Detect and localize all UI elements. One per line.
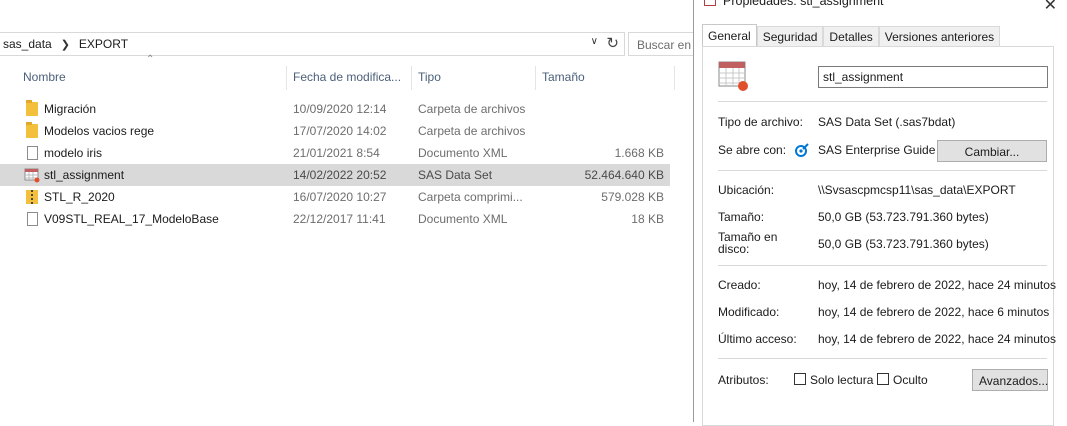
chevron-down-icon[interactable]: ∨	[591, 36, 598, 47]
file-name: Migración	[44, 102, 97, 116]
column-size[interactable]: Tamaño	[542, 62, 585, 92]
opens-with-value: SAS Enterprise Guide 8	[818, 143, 946, 157]
dialog-title: Propiedades: stl_assignment	[723, 0, 884, 8]
sas-guide-icon	[794, 142, 810, 161]
column-divider[interactable]	[286, 66, 287, 90]
tab-general[interactable]: General	[702, 24, 757, 47]
sas-dataset-icon	[717, 60, 749, 92]
divider	[718, 265, 1047, 266]
tab-detalles[interactable]: Detalles	[823, 26, 879, 47]
column-divider[interactable]	[535, 66, 536, 90]
file-row-stl-r-2020[interactable]: STL_R_2020 16/07/2020 10:27 Carpeta comp…	[0, 186, 670, 208]
properties-dialog: Propiedades: stl_assignment ✕ General Se…	[693, 0, 1067, 426]
file-row-migracion[interactable]: Migración 10/09/2020 12:14 Carpeta de ar…	[0, 98, 670, 120]
hidden-checkbox[interactable]	[877, 373, 889, 385]
attributes-label: Atributos:	[718, 373, 769, 387]
readonly-checkbox[interactable]	[794, 373, 806, 385]
zip-folder-icon	[24, 189, 40, 205]
address-row: sas_data ❯ EXPORT ∨ ↻ Buscar en	[0, 32, 708, 58]
breadcrumb-export[interactable]: EXPORT	[76, 37, 131, 51]
file-type: SAS Data Set	[418, 168, 493, 182]
file-size: 579.028 KB	[601, 190, 664, 204]
general-tab-panel: Tipo de archivo: SAS Data Set (.sas7bdat…	[702, 46, 1056, 426]
file-name-field[interactable]	[818, 66, 1048, 88]
location-label: Ubicación:	[718, 183, 775, 197]
file-row-modelo-iris[interactable]: modelo iris 21/01/2021 8:54 Documento XM…	[0, 142, 670, 164]
accessed-value: hoy, 14 de febrero de 2022, hace 24 minu…	[818, 332, 1056, 346]
disk-size-label: Tamaño en disco:	[718, 231, 777, 255]
sort-ascending-icon: ⌃	[146, 54, 155, 65]
file-type: Carpeta de archivos	[418, 102, 526, 116]
disk-size-value: 50,0 GB (53.723.791.360 bytes)	[818, 237, 989, 251]
column-divider[interactable]	[411, 66, 412, 90]
folder-icon	[24, 100, 40, 117]
file-name: STL_R_2020	[44, 190, 115, 204]
disk-size-label-line2: disco:	[718, 242, 750, 256]
divider	[718, 358, 1047, 359]
file-explorer-window: sas_data ❯ EXPORT ∨ ↻ Buscar en ⌃ Nombre…	[0, 0, 708, 422]
file-type-value: SAS Data Set (.sas7bdat)	[818, 115, 956, 129]
file-size: 1.668 KB	[614, 146, 664, 160]
file-type: Carpeta comprimi...	[418, 190, 523, 204]
advanced-button[interactable]: Avanzados...	[972, 369, 1048, 391]
change-button[interactable]: Cambiar...	[937, 140, 1047, 162]
file-size: 18 KB	[631, 212, 664, 226]
file-type-label: Tipo de archivo:	[718, 115, 803, 129]
close-icon[interactable]: ✕	[1044, 0, 1057, 15]
column-type[interactable]: Tipo	[418, 62, 441, 92]
file-date: 17/07/2020 14:02	[293, 124, 387, 138]
file-date: 16/07/2020 10:27	[293, 190, 387, 204]
accessed-label: Último acceso:	[718, 332, 797, 346]
divider	[718, 170, 1047, 171]
sas-dataset-icon	[24, 167, 40, 183]
created-label: Creado:	[718, 278, 761, 292]
tab-versiones-anteriores[interactable]: Versiones anteriores	[878, 26, 1001, 47]
hidden-label[interactable]: Oculto	[893, 373, 928, 387]
column-header: ⌃ Nombre Fecha de modifica... Tipo Tamañ…	[0, 54, 676, 92]
tab-seguridad[interactable]: Seguridad	[756, 26, 824, 47]
column-name[interactable]: Nombre	[23, 62, 66, 92]
file-date: 22/12/2017 11:41	[293, 212, 386, 226]
breadcrumb-sas-data[interactable]: sas_data	[0, 37, 55, 51]
file-row-stl-assignment[interactable]: stl_assignment 14/02/2022 20:52 SAS Data…	[0, 164, 670, 186]
address-bar[interactable]: sas_data ❯ EXPORT ∨ ↻	[0, 32, 625, 56]
size-value: 50,0 GB (53.723.791.360 bytes)	[818, 210, 989, 224]
folder-icon	[24, 122, 40, 139]
file-date: 21/01/2021 8:54	[293, 146, 380, 160]
file-name: stl_assignment	[44, 168, 125, 182]
file-type: Documento XML	[418, 212, 508, 226]
opens-with-label: Se abre con:	[718, 143, 787, 157]
refresh-icon[interactable]: ↻	[606, 34, 619, 52]
sas-dataset-icon	[704, 0, 716, 6]
column-divider[interactable]	[674, 66, 675, 90]
file-size: 52.464.640 KB	[584, 168, 664, 182]
tab-bar: General Seguridad Detalles Versiones ant…	[702, 24, 1001, 47]
created-value: hoy, 14 de febrero de 2022, hace 24 minu…	[818, 278, 1056, 292]
xml-file-icon	[24, 211, 40, 227]
column-date[interactable]: Fecha de modifica...	[293, 62, 401, 92]
file-date: 10/09/2020 12:14	[293, 102, 387, 116]
file-row-modelos-vacios[interactable]: Modelos vacios rege 17/07/2020 14:02 Car…	[0, 120, 670, 142]
file-name: V09STL_REAL_17_ModeloBase	[44, 212, 219, 226]
size-label: Tamaño:	[718, 210, 765, 224]
file-row-v09stl[interactable]: V09STL_REAL_17_ModeloBase 22/12/2017 11:…	[0, 208, 670, 230]
divider	[718, 101, 1047, 102]
file-list: Migración 10/09/2020 12:14 Carpeta de ar…	[0, 98, 676, 230]
file-name: modelo iris	[44, 146, 103, 160]
modified-label: Modificado:	[718, 305, 780, 319]
location-value: \\Svsascpmcsp11\sas_data\EXPORT	[818, 183, 1016, 197]
xml-file-icon	[24, 145, 40, 161]
file-name: Modelos vacios rege	[44, 124, 155, 138]
file-date: 14/02/2022 20:52	[293, 168, 387, 182]
file-type: Carpeta de archivos	[418, 124, 526, 138]
file-type: Documento XML	[418, 146, 508, 160]
chevron-right-icon[interactable]: ❯	[55, 38, 76, 51]
readonly-label[interactable]: Solo lectura	[810, 373, 873, 387]
modified-value: hoy, 14 de febrero de 2022, hace 6 minut…	[818, 305, 1050, 319]
